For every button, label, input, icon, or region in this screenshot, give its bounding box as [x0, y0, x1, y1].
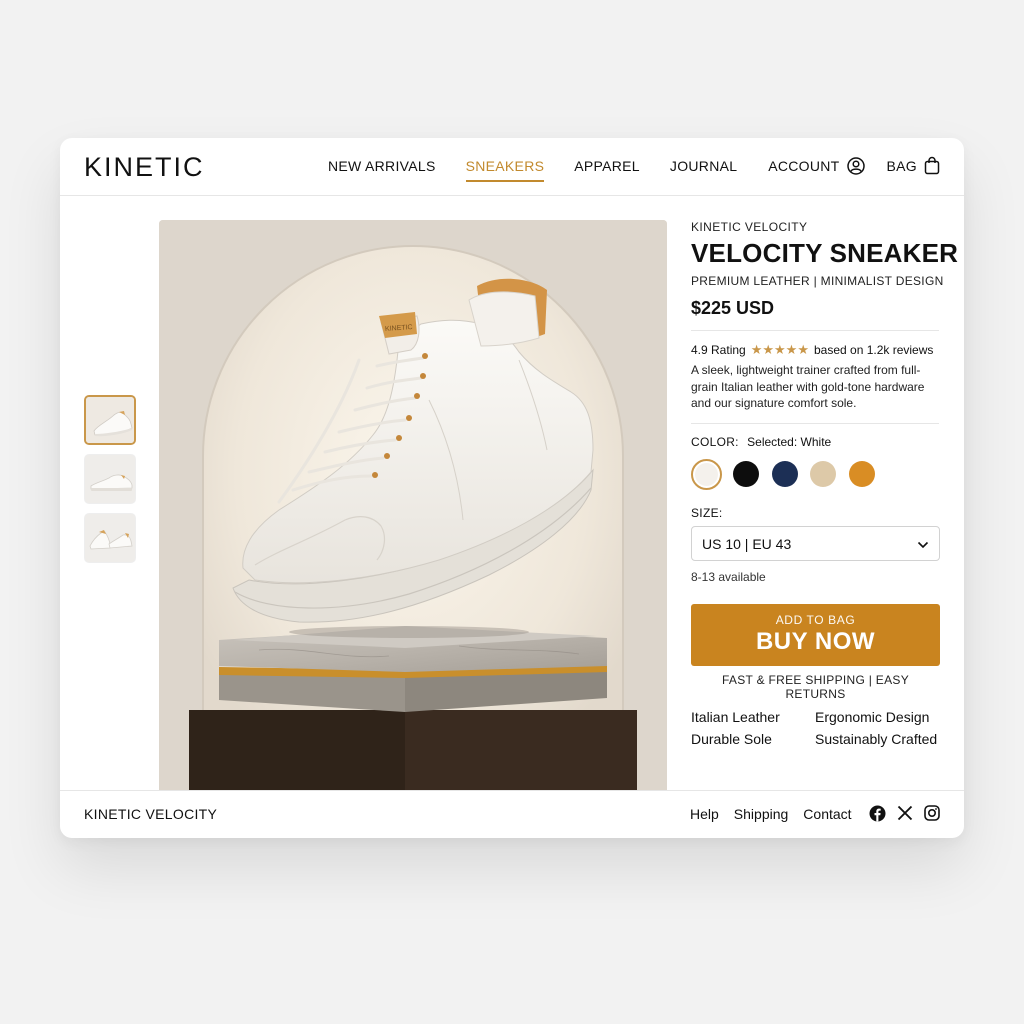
- product-page-window: KINETIC NEW ARRIVALS SNEAKERS APPAREL JO…: [60, 138, 964, 838]
- account-link[interactable]: ACCOUNT: [768, 156, 865, 175]
- buy-now-label: BUY NOW: [755, 628, 876, 655]
- size-availability: 8-13 available: [691, 570, 766, 584]
- selected-color: Selected: White: [747, 435, 832, 449]
- size-label: SIZE:: [691, 506, 723, 520]
- color-swatch-navy[interactable]: [772, 461, 798, 487]
- user-nav: ACCOUNT BAG: [768, 156, 940, 175]
- bag-label: BAG: [886, 157, 917, 174]
- buy-now-button[interactable]: ADD TO BAG BUY NOW: [691, 604, 940, 666]
- thumbnail-side-view[interactable]: [84, 395, 136, 445]
- main-nav: NEW ARRIVALS SNEAKERS APPAREL JOURNAL: [328, 158, 737, 182]
- footer-link-shipping[interactable]: Shipping: [734, 806, 789, 822]
- shipping-note: FAST & FREE SHIPPING | EASY RETURNS: [721, 673, 910, 701]
- product-description: A sleek, lightweight trainer crafted fro…: [691, 363, 925, 410]
- top-navigation-bar: KINETIC NEW ARRIVALS SNEAKERS APPAREL JO…: [60, 138, 964, 196]
- shopping-bag-icon: [924, 156, 940, 175]
- bag-link[interactable]: BAG: [887, 156, 940, 175]
- review-count[interactable]: based on 1.2k reviews: [814, 343, 933, 357]
- footer-link-contact[interactable]: Contact: [803, 806, 851, 822]
- color-swatch-black[interactable]: [733, 461, 759, 487]
- star-rating-icon: ★★★★★: [750, 342, 809, 357]
- feature-item: Italian Leather: [691, 709, 780, 725]
- footer-brand: KINETIC VELOCITY: [84, 806, 218, 822]
- color-swatch-white[interactable]: [691, 459, 722, 490]
- rating-label: 4.9 Rating: [691, 343, 746, 357]
- add-to-bag-label: ADD TO BAG: [775, 613, 856, 627]
- feature-item: Sustainably Crafted: [815, 731, 938, 747]
- thumbnail-profile-view[interactable]: [84, 454, 136, 504]
- color-swatch-tan[interactable]: [810, 461, 836, 487]
- social-links: [869, 805, 940, 822]
- divider: [691, 330, 939, 331]
- facebook-icon[interactable]: [869, 805, 886, 822]
- color-swatch-orange[interactable]: [849, 461, 875, 487]
- size-select-value: US 10 | EU 43: [702, 535, 792, 552]
- nav-journal[interactable]: JOURNAL: [670, 158, 737, 182]
- nav-apparel[interactable]: APPAREL: [574, 158, 640, 182]
- footer-links: Help Shipping Contact: [690, 806, 852, 822]
- user-circle-icon: [846, 156, 865, 175]
- thumbnail-pair-view[interactable]: [84, 513, 136, 563]
- hero-product-image: KINETIC: [159, 220, 667, 790]
- size-select[interactable]: US 10 | EU 43: [691, 526, 940, 561]
- color-label-row: COLOR: Selected: White: [691, 435, 831, 449]
- color-swatches: [691, 459, 939, 491]
- feature-list: Italian Leather Ergonomic Design Durable…: [691, 709, 941, 747]
- product-price: $225 USD: [691, 298, 775, 318]
- site-logo[interactable]: KINETIC: [84, 152, 205, 183]
- product-subtitle: PREMIUM LEATHER | MINIMALIST DESIGN: [691, 274, 944, 288]
- product-title: VELOCITY SNEAKER: [691, 238, 959, 268]
- x-icon[interactable]: [897, 805, 913, 822]
- feature-item: Ergonomic Design: [815, 709, 930, 725]
- account-label: ACCOUNT: [768, 157, 840, 174]
- nav-new-arrivals[interactable]: NEW ARRIVALS: [328, 158, 436, 182]
- page-footer: KINETIC VELOCITY Help Shipping Contact: [60, 790, 964, 838]
- instagram-icon[interactable]: [924, 805, 940, 822]
- feature-item: Durable Sole: [691, 731, 772, 747]
- chevron-down-icon: [917, 536, 929, 552]
- product-brand: KINETIC VELOCITY: [691, 220, 808, 234]
- footer-link-help[interactable]: Help: [690, 806, 719, 822]
- rating-row: 4.9 Rating ★★★★★ based on 1.2k reviews: [691, 342, 933, 358]
- divider: [691, 423, 939, 424]
- color-label: COLOR:: [691, 435, 739, 449]
- nav-sneakers[interactable]: SNEAKERS: [465, 158, 545, 182]
